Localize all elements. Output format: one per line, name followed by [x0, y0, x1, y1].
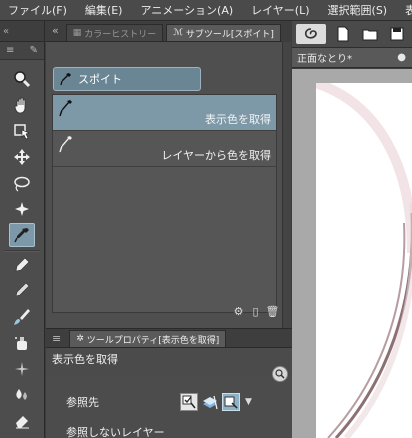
subtool-panel: « ▦ カラーヒストリー ℳ サブツール[スポイト] スポイト 表示色を取得 レ… — [46, 21, 282, 328]
operation-tool-icon[interactable] — [9, 119, 35, 143]
panel-scrollbar[interactable] — [282, 42, 291, 328]
decoration-tool-icon[interactable] — [9, 357, 35, 381]
pen-tool-icon[interactable] — [9, 253, 35, 277]
subtool-item-layer-color[interactable]: レイヤーから色を取得 — [53, 131, 276, 167]
save-icon[interactable] — [387, 24, 407, 44]
reference-row: 参照先 ▼ — [46, 391, 292, 413]
collapse-panel-icon[interactable]: « — [50, 24, 63, 41]
menu-lines-icon[interactable]: ≡ — [50, 332, 65, 347]
tab-color-history[interactable]: ▦ カラーヒストリー — [65, 24, 164, 41]
subtool-tabs: « ▦ カラーヒストリー ℳ サブツール[スポイト] — [46, 21, 282, 42]
eyedropper-icon — [59, 136, 72, 153]
zoom-tool-icon[interactable] — [9, 67, 35, 91]
canvas-tab-title: 正面なとり* — [297, 54, 352, 65]
magnify-icon[interactable] — [272, 366, 288, 382]
reference-layer-icon[interactable] — [222, 393, 240, 411]
menu-lines-icon[interactable]: ≡ — [6, 45, 14, 56]
auto-select-wand-icon[interactable] — [9, 197, 35, 221]
collapse-left-icon[interactable]: « — [3, 26, 9, 37]
airbrush-tool-icon[interactable] — [9, 331, 35, 355]
menu-view[interactable]: 表示 — [396, 2, 412, 18]
eyedropper-icon — [60, 73, 71, 86]
reference-editing-layer-icon[interactable] — [201, 393, 219, 411]
tab-subtool-label: サブツール[スポイト] — [185, 29, 274, 40]
tool-palette: « ≡ ✎ — [0, 21, 45, 438]
subtool-settings-icon[interactable]: ⚙ — [232, 305, 245, 318]
subtool-footer: ⚙ ▯ 🗑 — [232, 305, 280, 318]
tool-property-panel: ≡ ✲ ツールプロパティ[表示色を取得] 表示色を取得 参照先 ▼ 参照しないレ… — [46, 328, 292, 438]
menu-layer[interactable]: レイヤー(L) — [242, 2, 318, 18]
lasso-selection-tool-icon[interactable] — [9, 171, 35, 195]
subtool-icon: ℳ — [173, 28, 183, 38]
menu-selection[interactable]: 選択範囲(S) — [319, 2, 397, 18]
subtool-group-eyedropper[interactable]: スポイト — [53, 67, 201, 91]
color-history-icon: ▦ — [72, 28, 82, 38]
app-logo-icon[interactable] — [296, 24, 326, 44]
tab-tool-property-label: ツールプロパティ[表示色を取得] — [86, 335, 220, 346]
eyedropper-icon — [59, 100, 72, 117]
exclude-layer-row: 参照しないレイヤー — [46, 421, 292, 438]
blend-tool-icon[interactable] — [9, 383, 35, 407]
menu-edit[interactable]: 編集(E) — [76, 2, 132, 18]
open-folder-icon[interactable] — [360, 24, 380, 44]
menu-animation[interactable]: アニメーション(A) — [131, 2, 242, 18]
eraser-tool-icon[interactable] — [9, 409, 35, 433]
canvas-paper[interactable] — [295, 73, 412, 438]
tool-property-title: 表示色を取得 — [52, 353, 118, 366]
canvas-toolbar — [292, 21, 412, 48]
canvas-area[interactable] — [292, 69, 412, 438]
subtool-item-display-color[interactable]: 表示色を取得 — [53, 95, 276, 131]
new-file-icon[interactable] — [333, 24, 353, 44]
tool-palette-header: « — [0, 21, 44, 42]
brush-tool-icon[interactable] — [9, 305, 35, 329]
pencil-tool-icon[interactable] — [9, 279, 35, 303]
hand-tool-icon[interactable] — [9, 93, 35, 117]
new-subtool-icon[interactable]: ▯ — [249, 305, 262, 318]
subtool-list: 表示色を取得 レイヤーから色を取得 — [52, 94, 277, 313]
exclude-layer-label: 参照しないレイヤー — [66, 426, 165, 438]
chevron-down-icon[interactable]: ▼ — [243, 393, 254, 411]
tool-palette-subheader: ≡ ✎ — [0, 42, 44, 60]
reference-all-layers-icon[interactable] — [180, 393, 198, 411]
reference-label: 参照先 — [66, 396, 99, 409]
tool-divider — [4, 250, 40, 252]
tool-property-icon: ✲ — [76, 334, 84, 344]
tool-property-tabs: ≡ ✲ ツールプロパティ[表示色を取得] — [46, 329, 292, 348]
menu-bar: ファイル(F) 編集(E) アニメーション(A) レイヤー(L) 選択範囲(S)… — [0, 0, 412, 21]
close-tab-icon[interactable]: ● — [397, 52, 406, 63]
tab-subtool[interactable]: ℳ サブツール[スポイト] — [166, 24, 281, 41]
pen-small-icon: ✎ — [29, 45, 38, 56]
subtool-group-label: スポイト — [78, 73, 122, 86]
canvas-document-tab[interactable]: 正面なとり* ● — [292, 48, 412, 68]
menu-file[interactable]: ファイル(F) — [0, 2, 76, 18]
move-layer-tool-icon[interactable] — [9, 145, 35, 169]
subtool-item-label: 表示色を取得 — [205, 113, 271, 126]
delete-subtool-icon[interactable]: 🗑 — [266, 305, 280, 318]
tool-property-title-row: 表示色を取得 — [46, 348, 292, 382]
tab-tool-property[interactable]: ✲ ツールプロパティ[表示色を取得] — [69, 330, 227, 347]
eyedropper-tool-icon[interactable] — [9, 223, 35, 247]
canvas-drawing — [295, 73, 412, 438]
subtool-item-label: レイヤーから色を取得 — [161, 149, 271, 162]
reference-buttons: ▼ — [180, 391, 254, 413]
tab-color-history-label: カラーヒストリー — [84, 29, 157, 40]
